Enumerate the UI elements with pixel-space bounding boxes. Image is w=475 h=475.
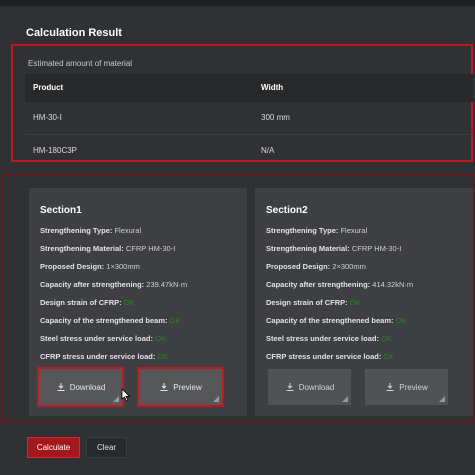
field-value: CFRP HM-30-I xyxy=(125,244,176,253)
download-icon xyxy=(386,383,394,391)
field-label: CFRP stress under service load: xyxy=(266,352,382,361)
field-value: 2×300mm xyxy=(332,262,366,271)
steel-stress-field: Steel stress under service load: OK xyxy=(266,334,392,343)
preview-label: Preview xyxy=(399,382,428,392)
field-label: Capacity after strengthening: xyxy=(40,280,145,289)
table-row: HM-180C3P N/A xyxy=(25,135,473,167)
field-value: Flexural xyxy=(340,226,368,235)
download-button[interactable]: Download xyxy=(268,369,351,405)
sections-panel: Section1 Strengthening Type: Flexural St… xyxy=(2,174,475,423)
download-label: Download xyxy=(298,382,335,392)
section-title: Section1 xyxy=(40,205,82,216)
status-ok: OK xyxy=(169,316,181,325)
top-bar xyxy=(0,0,475,6)
proposed-design-field: Proposed Design: 1×300mm xyxy=(40,262,140,271)
resize-corner xyxy=(113,396,119,402)
table-row: HM-30-I 300 mm xyxy=(25,102,473,135)
table-header: Product Width xyxy=(25,74,473,102)
field-value: CFRP HM-30-I xyxy=(351,244,402,253)
product-cell: HM-180C3P xyxy=(33,146,78,155)
material-panel: Estimated amount of material Product Wid… xyxy=(11,44,473,162)
column-header-product: Product xyxy=(33,83,64,92)
status-ok: OK xyxy=(123,298,135,307)
download-icon xyxy=(57,383,65,391)
field-value: 1×300mm xyxy=(106,262,140,271)
resize-corner xyxy=(213,396,219,402)
design-strain-field: Design strain of CFRP: OK xyxy=(40,298,135,307)
preview-label: Preview xyxy=(173,382,202,392)
steel-stress-field: Steel stress under service load: OK xyxy=(40,334,166,343)
status-ok: OK xyxy=(383,352,395,361)
cfrp-stress-field: CFRP stress under service load: OK xyxy=(40,352,168,361)
cfrp-stress-field: CFRP stress under service load: OK xyxy=(266,352,394,361)
field-label: Capacity of the strengthened beam: xyxy=(266,316,394,325)
page-title: Calculation Result xyxy=(26,27,122,39)
column-header-width: Width xyxy=(261,83,284,92)
field-label: Proposed Design: xyxy=(266,262,331,271)
field-label: Strengthening Material: xyxy=(266,244,350,253)
status-ok: OK xyxy=(349,298,361,307)
product-cell: HM-30-I xyxy=(33,113,62,122)
field-value: 414.32kN·m xyxy=(372,280,414,289)
design-strain-field: Design strain of CFRP: OK xyxy=(266,298,361,307)
resize-corner xyxy=(439,396,445,402)
resize-corner xyxy=(342,396,348,402)
material-label: Estimated amount of material xyxy=(28,59,133,68)
strengthening-type-field: Strengthening Type: Flexural xyxy=(40,226,141,235)
field-label: Design strain of CFRP: xyxy=(266,298,348,307)
clear-button[interactable]: Clear xyxy=(86,437,127,458)
strengthening-material-field: Strengthening Material: CFRP HM-30-I xyxy=(40,244,175,253)
material-table: Product Width HM-30-I 300 mm HM-180C3P N… xyxy=(25,74,473,167)
section-title: Section2 xyxy=(266,205,308,216)
capacity-after-field: Capacity after strengthening: 414.32kN·m xyxy=(266,280,413,289)
field-label: Capacity of the strengthened beam: xyxy=(40,316,168,325)
download-button[interactable]: Download xyxy=(37,367,124,407)
beam-capacity-field: Capacity of the strengthened beam: OK xyxy=(266,316,406,325)
mouse-pointer-icon xyxy=(121,388,131,402)
proposed-design-field: Proposed Design: 2×300mm xyxy=(266,262,366,271)
strengthening-material-field: Strengthening Material: CFRP HM-30-I xyxy=(266,244,401,253)
width-cell: 300 mm xyxy=(261,113,290,122)
beam-capacity-field: Capacity of the strengthened beam: OK xyxy=(40,316,180,325)
download-label: Download xyxy=(69,382,106,392)
field-label: Capacity after strengthening: xyxy=(266,280,371,289)
width-cell: N/A xyxy=(261,146,275,155)
preview-button[interactable]: Preview xyxy=(365,369,448,405)
field-label: Strengthening Material: xyxy=(40,244,124,253)
capacity-after-field: Capacity after strengthening: 239.47kN·m xyxy=(40,280,187,289)
section-card-2: Section2 Strengthening Type: Flexural St… xyxy=(255,188,473,416)
calculate-button[interactable]: Calculate xyxy=(27,437,80,458)
status-ok: OK xyxy=(157,352,169,361)
download-icon xyxy=(286,383,294,391)
field-label: Steel stress under service load: xyxy=(40,334,153,343)
status-ok: OK xyxy=(395,316,407,325)
field-value: Flexural xyxy=(114,226,142,235)
section-card-1: Section1 Strengthening Type: Flexural St… xyxy=(29,188,247,416)
field-label: CFRP stress under service load: xyxy=(40,352,156,361)
strengthening-type-field: Strengthening Type: Flexural xyxy=(266,226,367,235)
field-label: Steel stress under service load: xyxy=(266,334,379,343)
field-label: Strengthening Type: xyxy=(40,226,113,235)
field-label: Proposed Design: xyxy=(40,262,105,271)
field-label: Strengthening Type: xyxy=(266,226,339,235)
field-label: Design strain of CFRP: xyxy=(40,298,122,307)
field-value: 239.47kN·m xyxy=(146,280,188,289)
status-ok: OK xyxy=(155,334,166,343)
download-icon xyxy=(160,383,168,391)
status-ok: OK xyxy=(381,334,392,343)
preview-button[interactable]: Preview xyxy=(137,367,224,407)
